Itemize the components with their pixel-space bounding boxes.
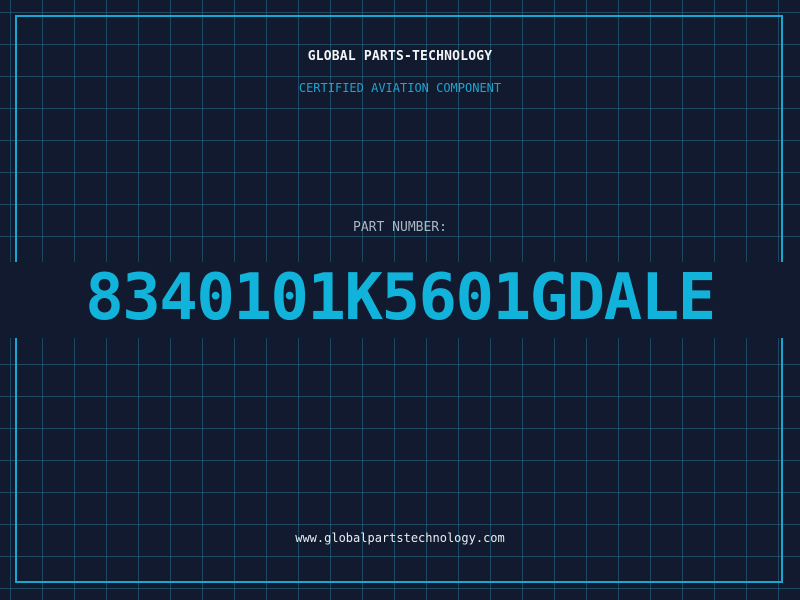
website-url: www.globalpartstechnology.com [295,531,505,545]
part-number-label: PART NUMBER: [353,220,447,235]
part-number-value: 8340101K5601GDALE [85,261,716,335]
company-name: GLOBAL PARTS-TECHNOLOGY [307,49,493,64]
certification-tagline: CERTIFIED AVIATION COMPONENT [298,81,502,95]
part-label-card: GLOBAL PARTS-TECHNOLOGY CERTIFIED AVIATI… [0,0,800,600]
